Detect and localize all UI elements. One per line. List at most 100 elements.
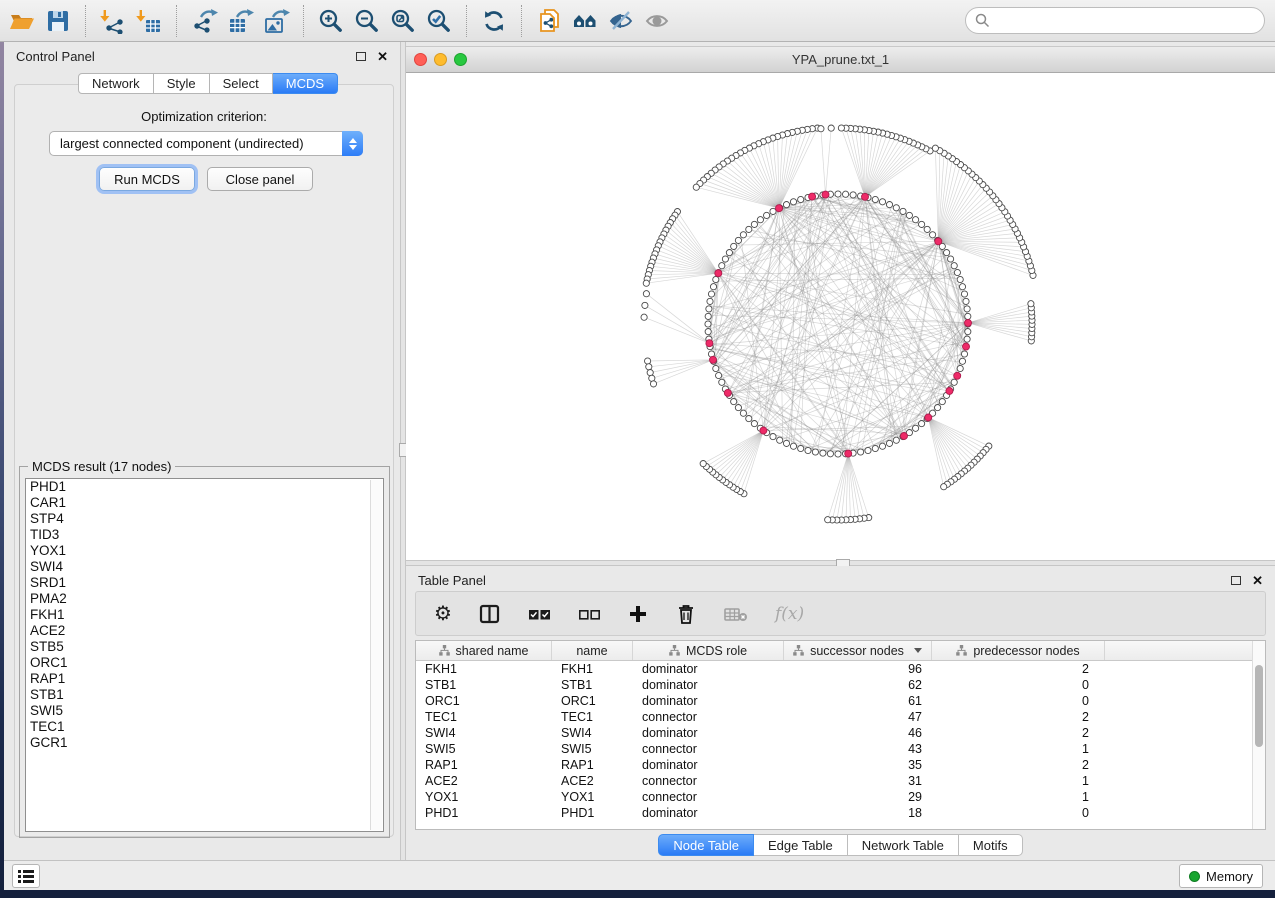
list-item[interactable]: GCR1 <box>26 735 383 751</box>
cell-mcds-role: dominator <box>633 662 784 676</box>
table-row[interactable]: PHD1PHD1dominator180 <box>416 805 1265 821</box>
column-header-shared-name[interactable]: shared name <box>416 641 552 660</box>
memory-button[interactable]: Memory <box>1179 864 1263 888</box>
tab-node-table[interactable]: Node Table <box>658 834 754 856</box>
list-item[interactable]: STB5 <box>26 639 383 655</box>
new-network-from-selection-icon[interactable] <box>531 4 567 38</box>
cell-predecessors: 2 <box>932 662 1105 676</box>
save-session-icon[interactable] <box>40 4 76 38</box>
table-row[interactable]: SWI4SWI4dominator462 <box>416 725 1265 741</box>
main-toolbar <box>0 0 1275 42</box>
optimization-criterion-label: Optimization criterion: <box>15 109 393 124</box>
table-toolbar: ⚙ f(x) <box>415 591 1266 636</box>
zoom-fit-icon[interactable] <box>385 4 421 38</box>
table-row[interactable]: TEC1TEC1connector472 <box>416 709 1265 725</box>
show-panels-menu-button[interactable] <box>12 864 40 888</box>
list-item[interactable]: PMA2 <box>26 591 383 607</box>
table-row[interactable]: FKH1FKH1dominator962 <box>416 661 1265 677</box>
float-panel-icon[interactable] <box>1231 576 1241 585</box>
list-item[interactable]: CAR1 <box>26 495 383 511</box>
unselect-all-rows-icon[interactable] <box>578 599 601 629</box>
cell-successors: 29 <box>784 790 932 804</box>
column-label: predecessor nodes <box>973 644 1079 658</box>
cell-shared-name: YOX1 <box>416 790 552 804</box>
mcds-result-group: MCDS result (17 nodes) PHD1 CAR1 STP4 TI… <box>19 466 390 838</box>
tab-select[interactable]: Select <box>210 73 273 94</box>
cell-successors: 31 <box>784 774 932 788</box>
tab-network-table[interactable]: Network Table <box>848 834 959 856</box>
search-icon <box>975 13 990 28</box>
scrollbar-thumb[interactable] <box>1255 665 1263 747</box>
run-mcds-button[interactable]: Run MCDS <box>99 167 195 191</box>
cell-successors: 35 <box>784 758 932 772</box>
export-network-icon[interactable] <box>186 4 222 38</box>
list-item[interactable]: TID3 <box>26 527 383 543</box>
toolbar-separator <box>466 5 467 37</box>
tab-edge-table[interactable]: Edge Table <box>754 834 848 856</box>
list-item[interactable]: YOX1 <box>26 543 383 559</box>
table-row[interactable]: ACE2ACE2connector311 <box>416 773 1265 789</box>
zoom-selected-icon[interactable] <box>421 4 457 38</box>
open-session-icon[interactable] <box>4 4 40 38</box>
search-input[interactable] <box>996 10 1264 32</box>
first-neighbors-icon[interactable] <box>567 4 603 38</box>
list-item[interactable]: SRD1 <box>26 575 383 591</box>
import-table-icon[interactable] <box>131 4 167 38</box>
table-scrollbar[interactable] <box>1252 641 1265 829</box>
column-header-name[interactable]: name <box>552 641 633 660</box>
list-item[interactable]: STB1 <box>26 687 383 703</box>
cell-mcds-role: dominator <box>633 678 784 692</box>
float-panel-icon[interactable] <box>356 52 366 61</box>
table-row[interactable]: RAP1RAP1dominator352 <box>416 757 1265 773</box>
close-panel-icon[interactable]: ✕ <box>1252 574 1263 587</box>
list-item[interactable]: ACE2 <box>26 623 383 639</box>
export-image-icon[interactable] <box>258 4 294 38</box>
zoom-out-icon[interactable] <box>349 4 385 38</box>
table-row[interactable]: STB1STB1dominator620 <box>416 677 1265 693</box>
toolbar-separator <box>303 5 304 37</box>
criterion-dropdown[interactable]: largest connected component (undirected) <box>49 131 363 156</box>
show-all-icon[interactable] <box>639 4 675 38</box>
tab-style[interactable]: Style <box>154 73 210 94</box>
network-window-titlebar[interactable]: YPA_prune.txt_1 <box>406 47 1275 73</box>
show-columns-icon[interactable] <box>479 599 501 629</box>
list-item[interactable]: SWI4 <box>26 559 383 575</box>
cell-name: PHD1 <box>552 806 633 820</box>
import-network-icon[interactable] <box>95 4 131 38</box>
cell-shared-name: ORC1 <box>416 694 552 708</box>
table-row[interactable]: YOX1YOX1connector291 <box>416 789 1265 805</box>
list-item[interactable]: TEC1 <box>26 719 383 735</box>
close-panel-icon[interactable]: ✕ <box>377 50 388 63</box>
list-item[interactable]: PHD1 <box>26 479 383 495</box>
export-table-icon[interactable] <box>222 4 258 38</box>
tab-mcds[interactable]: MCDS <box>273 73 338 94</box>
hide-selected-icon[interactable] <box>603 4 639 38</box>
network-canvas[interactable] <box>406 73 1275 560</box>
column-header-successor-nodes[interactable]: successor nodes <box>784 641 932 660</box>
list-item[interactable]: STP4 <box>26 511 383 527</box>
add-column-icon[interactable] <box>628 599 648 629</box>
cell-mcds-role: connector <box>633 710 784 724</box>
table-panel-tabs: Node Table Edge Table Network Table Moti… <box>406 834 1275 856</box>
list-scrollbar[interactable] <box>370 480 382 830</box>
table-row[interactable]: SWI5SWI5connector431 <box>416 741 1265 757</box>
delete-column-icon[interactable] <box>675 599 697 629</box>
list-item[interactable]: RAP1 <box>26 671 383 687</box>
close-panel-button[interactable]: Close panel <box>207 167 313 191</box>
tab-motifs[interactable]: Motifs <box>959 834 1023 856</box>
cell-predecessors: 2 <box>932 758 1105 772</box>
criterion-value: largest connected component (undirected) <box>50 136 342 151</box>
column-header-predecessor-nodes[interactable]: predecessor nodes <box>932 641 1105 660</box>
mcds-result-list[interactable]: PHD1 CAR1 STP4 TID3 YOX1 SWI4 SRD1 PMA2 … <box>25 478 384 832</box>
apply-layout-icon[interactable] <box>476 4 512 38</box>
zoom-in-icon[interactable] <box>313 4 349 38</box>
search-box[interactable] <box>965 7 1265 34</box>
table-row[interactable]: ORC1ORC1dominator610 <box>416 693 1265 709</box>
list-item[interactable]: SWI5 <box>26 703 383 719</box>
list-item[interactable]: ORC1 <box>26 655 383 671</box>
list-item[interactable]: FKH1 <box>26 607 383 623</box>
tab-network[interactable]: Network <box>78 73 154 94</box>
column-header-mcds-role[interactable]: MCDS role <box>633 641 784 660</box>
select-all-rows-icon[interactable] <box>528 599 551 629</box>
table-settings-icon[interactable]: ⚙ <box>434 599 452 629</box>
